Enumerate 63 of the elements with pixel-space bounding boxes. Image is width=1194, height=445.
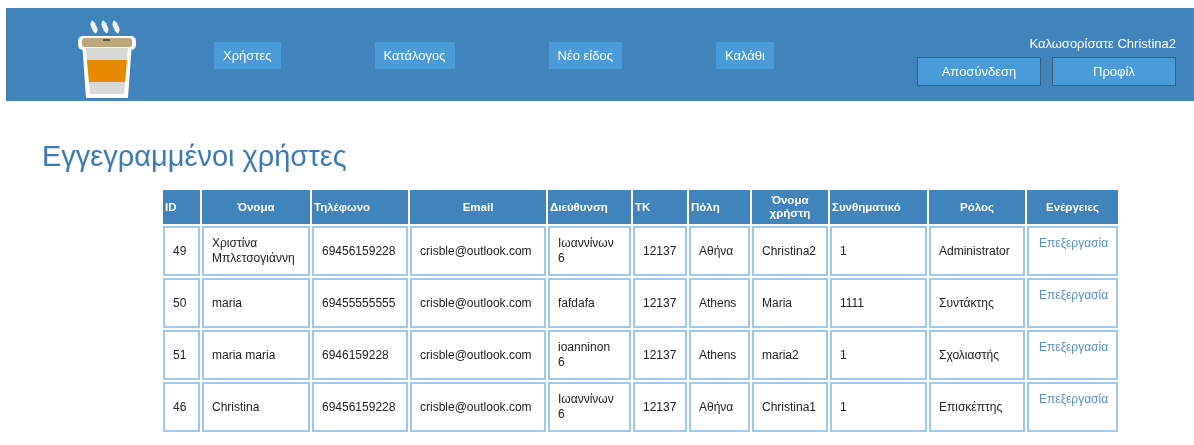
table-cell: Αθήνα bbox=[689, 226, 750, 276]
edit-link[interactable]: Επεξεργασία bbox=[1039, 288, 1109, 302]
table-cell: 69456159228 bbox=[312, 226, 408, 276]
logout-button[interactable]: Αποσύνδεση bbox=[917, 57, 1041, 86]
edit-link[interactable]: Επεξεργασία bbox=[1039, 236, 1109, 250]
table-cell: Maria bbox=[752, 278, 828, 328]
table-cell: Christina2 bbox=[752, 226, 828, 276]
table-cell: Σχολιαστής bbox=[929, 330, 1025, 380]
table-cell: Επισκέπτης bbox=[929, 382, 1025, 432]
table-cell: Administrator bbox=[929, 226, 1025, 276]
column-header: Ενέργειες bbox=[1027, 190, 1118, 224]
table-cell: 6946159228 bbox=[312, 330, 408, 380]
table-cell: 69456159228 bbox=[312, 382, 408, 432]
table-cell: Ιωαννίνων 6 bbox=[548, 382, 631, 432]
table-cell: Χριστίνα Μπλετσογιάννη bbox=[202, 226, 310, 276]
table-cell: fafdafa bbox=[548, 278, 631, 328]
table-cell: maria bbox=[202, 278, 310, 328]
column-header: Όνομα bbox=[202, 190, 310, 224]
nav-button[interactable]: Νέο είδος bbox=[548, 42, 622, 69]
column-header: Όνομα χρήστη bbox=[752, 190, 828, 224]
table-cell: crisble@outlook.com bbox=[410, 226, 546, 276]
nav-button[interactable]: Χρήστες bbox=[214, 42, 281, 69]
table-cell: 12137 bbox=[633, 278, 687, 328]
table-cell: Αθήνα bbox=[689, 382, 750, 432]
column-header: Πόλη bbox=[689, 190, 750, 224]
welcome-text: Καλωσορίσατε Christina2 bbox=[1029, 36, 1176, 51]
table-cell: 49 bbox=[163, 226, 200, 276]
table-cell: Christina1 bbox=[752, 382, 828, 432]
table-cell: 12137 bbox=[633, 382, 687, 432]
table-cell: crisble@outlook.com bbox=[410, 382, 546, 432]
column-header: ΤΚ bbox=[633, 190, 687, 224]
table-cell: 12137 bbox=[633, 330, 687, 380]
column-header: Τηλέφωνο bbox=[312, 190, 408, 224]
table-cell: 50 bbox=[163, 278, 200, 328]
column-header: Διεύθυνση bbox=[548, 190, 631, 224]
table-cell: maria maria bbox=[202, 330, 310, 380]
table-cell: 1 bbox=[830, 330, 927, 380]
table-cell: crisble@outlook.com bbox=[410, 330, 546, 380]
column-header: Συνθηματικό bbox=[830, 190, 927, 224]
edit-link[interactable]: Επεξεργασία bbox=[1039, 340, 1109, 354]
table-cell: 1 bbox=[830, 226, 927, 276]
profile-button[interactable]: Προφίλ bbox=[1052, 57, 1176, 86]
table-cell: 12137 bbox=[633, 226, 687, 276]
table-cell: Ιωαννίνων 6 bbox=[548, 226, 631, 276]
table-cell: maria2 bbox=[752, 330, 828, 380]
table-cell: 69455555555 bbox=[312, 278, 408, 328]
table-cell: crisble@outlook.com bbox=[410, 278, 546, 328]
table-cell: Athens bbox=[689, 330, 750, 380]
table-cell: Athens bbox=[689, 278, 750, 328]
column-header: ID bbox=[163, 190, 200, 224]
nav-button[interactable]: Καλάθι bbox=[716, 42, 774, 69]
table-cell: 46 bbox=[163, 382, 200, 432]
table-cell: ioanninon 6 bbox=[548, 330, 631, 380]
page-title: Εγγεγραμμένοι χρήστες bbox=[42, 139, 347, 173]
column-header: Email bbox=[410, 190, 546, 224]
column-header: Ρόλος bbox=[929, 190, 1025, 224]
table-cell: 1111 bbox=[830, 278, 927, 328]
table-cell: Christina bbox=[202, 382, 310, 432]
edit-link[interactable]: Επεξεργασία bbox=[1039, 392, 1109, 406]
table-cell: Συντάκτης bbox=[929, 278, 1025, 328]
table-cell: 1 bbox=[830, 382, 927, 432]
table-cell: 51 bbox=[163, 330, 200, 380]
nav-button[interactable]: Κατάλογος bbox=[374, 42, 455, 69]
